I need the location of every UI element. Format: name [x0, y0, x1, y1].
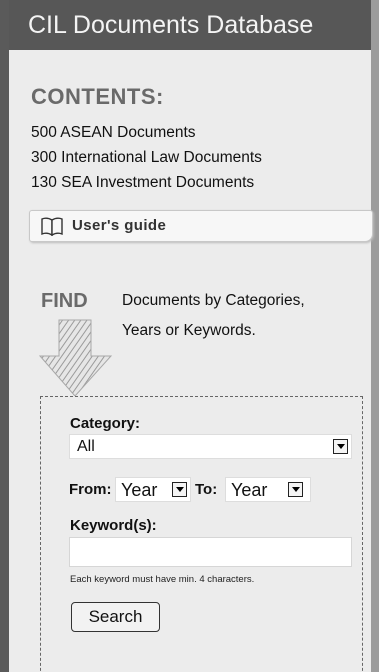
category-label: Category:	[70, 415, 141, 432]
panel-header: CIL Documents Database	[9, 0, 371, 50]
from-label: From:	[69, 481, 112, 498]
contents-heading: CONTENTS:	[31, 84, 164, 109]
to-label: To:	[195, 481, 218, 498]
to-year-value: Year	[231, 480, 268, 500]
down-arrow-icon	[39, 319, 113, 397]
contents-list: 500 ASEAN Documents 300 International La…	[31, 120, 262, 195]
users-guide-label: User's guide	[72, 217, 167, 234]
find-description-line1: Documents by Categories,	[122, 292, 305, 309]
contents-item: 300 International Law Documents	[31, 149, 262, 166]
chevron-down-icon[interactable]	[172, 482, 187, 497]
from-year-value: Year	[121, 480, 158, 500]
find-description-line2: Years or Keywords.	[122, 322, 256, 339]
keyword-input[interactable]	[69, 537, 352, 567]
to-year-select[interactable]: Year	[225, 477, 311, 502]
cil-documents-panel: CIL Documents Database CONTENTS: 500 ASE…	[0, 0, 379, 672]
search-form: Category: All From: Year To: Year Keywor…	[40, 396, 363, 672]
chevron-down-icon[interactable]	[288, 482, 303, 497]
keyword-hint: Each keyword must have min. 4 characters…	[70, 574, 255, 585]
contents-item: 130 SEA Investment Documents	[31, 174, 255, 191]
from-year-select[interactable]: Year	[115, 477, 191, 502]
users-guide-link[interactable]: User's guide	[29, 210, 373, 242]
chevron-down-icon[interactable]	[333, 439, 348, 454]
book-icon	[41, 217, 63, 236]
keyword-label: Keyword(s):	[70, 517, 157, 534]
search-button[interactable]: Search	[71, 602, 160, 632]
category-select[interactable]: All	[69, 434, 352, 459]
category-value: All	[77, 438, 95, 455]
find-heading: FIND	[41, 290, 88, 312]
contents-item: 500 ASEAN Documents	[31, 124, 196, 141]
